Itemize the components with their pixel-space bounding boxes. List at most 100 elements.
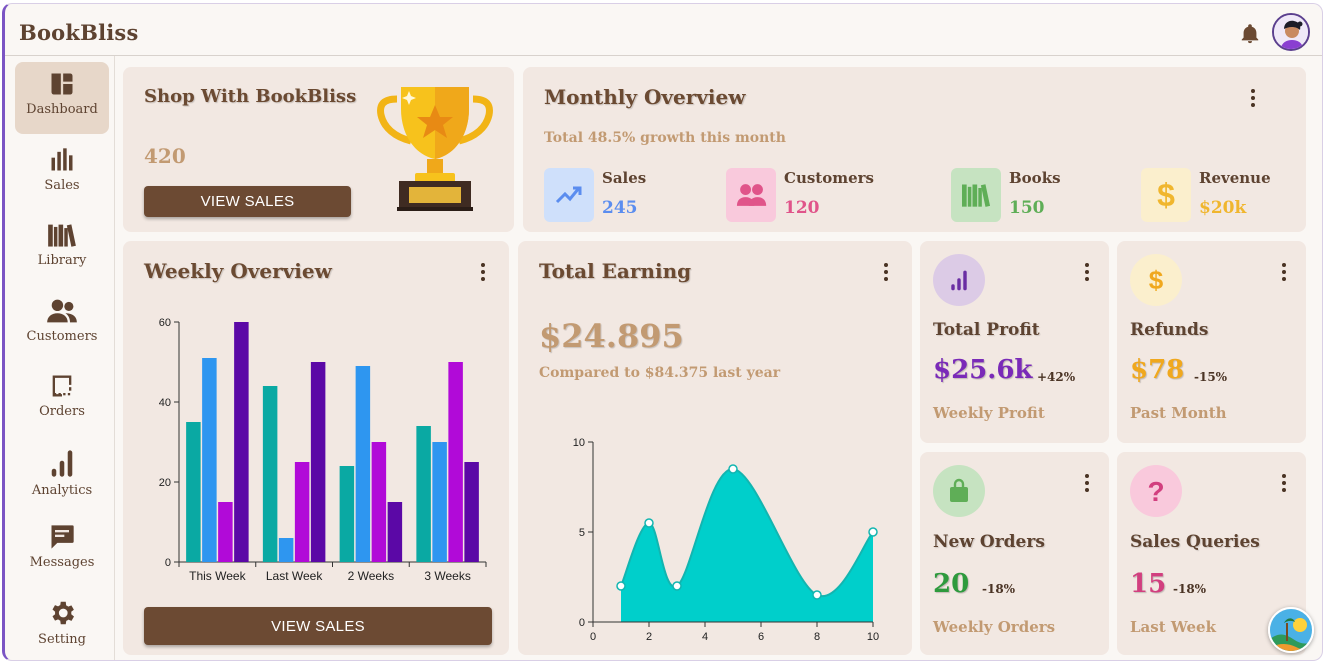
sidebar-item-setting[interactable]: Setting [15, 590, 109, 660]
weekly-overview-card: Weekly Overview 0 20 40 60 This Week Last Wee… [123, 241, 509, 655]
earning-area-chart: 0 5 10 0 2 4 6 8 10 [573, 437, 879, 643]
orders-value: 20 [933, 569, 970, 599]
trending-up-icon [544, 168, 594, 222]
dollar-icon: $ [1141, 168, 1191, 222]
queries-sub: Last Week [1130, 618, 1216, 636]
queries-title: Sales Queries [1130, 532, 1260, 552]
bar [464, 462, 479, 562]
refunds-sub: Past Month [1130, 404, 1227, 422]
bar [371, 442, 387, 562]
data-point [672, 581, 682, 591]
sidebar-item-label: Orders [39, 404, 85, 419]
data-point [728, 464, 738, 474]
y-tick-label: 0 [579, 617, 585, 629]
orders-icon [52, 375, 72, 397]
y-tick-label: 5 [579, 527, 585, 539]
people-icon [47, 299, 77, 323]
x-tick-label: 8 [814, 631, 820, 643]
bar [202, 358, 217, 562]
x-tick-label: 2 Weeks [348, 569, 394, 583]
more-options-icon[interactable] [883, 263, 889, 281]
trophy-icon [377, 87, 493, 211]
stat-label: Sales [602, 169, 647, 187]
sidebar-item-label: Setting [38, 632, 86, 647]
x-tick-label: Last Week [266, 569, 323, 583]
sidebar-item-dashboard[interactable]: Dashboard [15, 62, 109, 134]
stat-label: Revenue [1199, 169, 1271, 187]
x-tick-label: 4 [702, 631, 708, 643]
sidebar-item-sales[interactable]: Sales [15, 138, 109, 210]
sidebar-item-orders[interactable]: Orders [15, 364, 109, 436]
app-title: BookBliss [19, 20, 139, 45]
y-tick-label: 0 [165, 557, 171, 569]
monthly-title: Monthly Overview [544, 85, 746, 109]
sidebar-item-customers[interactable]: Customers [15, 289, 109, 361]
top-bar: BookBliss [5, 4, 1322, 56]
profit-sub: Weekly Profit [933, 404, 1045, 422]
stat-value: $20k [1199, 198, 1247, 218]
weekly-bar-chart: 0 20 40 60 This Week Last Week 2 Weeks 3 Weeks [159, 317, 487, 583]
assistant-launcher-icon[interactable] [1268, 607, 1314, 653]
total-profit-card: Total Profit $25.6k +42% Weekly Profit [920, 241, 1109, 443]
new-orders-card: New Orders 20 -18% Weekly Orders [920, 452, 1109, 655]
y-tick-label: 20 [159, 477, 171, 489]
sidebar-item-label: Sales [44, 178, 80, 193]
more-options-icon[interactable] [1281, 474, 1287, 492]
refunds-title: Refunds [1130, 320, 1209, 340]
bell-icon[interactable] [1239, 23, 1261, 45]
refunds-value: $78 [1130, 355, 1185, 385]
data-point [868, 527, 878, 537]
sidebar-item-label: Customers [26, 329, 98, 344]
view-sales-button-weekly[interactable]: VIEW SALES [144, 607, 492, 645]
more-options-icon[interactable] [1250, 89, 1256, 107]
more-options-icon[interactable] [1084, 474, 1090, 492]
sidebar-item-analytics[interactable]: Analytics [15, 439, 109, 511]
bar [416, 426, 431, 562]
profit-change: +42% [1037, 370, 1076, 384]
shop-value: 420 [144, 144, 186, 168]
message-icon [51, 525, 74, 549]
gear-icon [52, 601, 74, 625]
svg-text:$: $ [1149, 266, 1164, 294]
orders-title: New Orders [933, 532, 1045, 552]
x-tick-label: 6 [758, 631, 764, 643]
bar [355, 366, 371, 562]
analytics-icon [933, 254, 985, 306]
shop-title: Shop With BookBliss [144, 86, 357, 107]
stat-label: Books [1009, 169, 1061, 187]
monthly-overview-card: Monthly Overview Total 48.5% growth this… [523, 67, 1306, 232]
more-options-icon[interactable] [1281, 263, 1287, 281]
bar [186, 422, 201, 562]
profit-title: Total Profit [933, 320, 1040, 340]
people-icon [726, 168, 776, 222]
bar [262, 386, 278, 562]
stat-value: 245 [602, 198, 638, 218]
x-tick-label: This Week [189, 569, 246, 583]
shopping-bag-icon [933, 465, 985, 517]
bar [387, 502, 403, 562]
sidebar-item-library[interactable]: Library [15, 213, 109, 285]
more-options-icon[interactable] [480, 263, 486, 281]
x-tick-label: 0 [590, 631, 596, 643]
data-point [616, 581, 626, 591]
queries-value: 15 [1130, 569, 1167, 599]
sidebar-item-label: Library [37, 253, 87, 268]
y-tick-label: 60 [159, 317, 171, 329]
queries-change: -18% [1173, 582, 1207, 596]
svg-text:$: $ [1157, 178, 1175, 212]
x-tick-label: 2 [646, 631, 652, 643]
bar [278, 538, 294, 562]
y-tick-label: 10 [573, 437, 585, 449]
avatar[interactable] [1272, 13, 1310, 51]
stat-value: 120 [784, 198, 820, 218]
books-icon [951, 168, 1001, 222]
earning-compare: Compared to $84.375 last year [539, 365, 781, 381]
monthly-subtitle: Total 48.5% growth this month [544, 130, 786, 146]
bar [448, 362, 463, 562]
dollar-icon: $ [1130, 254, 1182, 306]
view-sales-button[interactable]: VIEW SALES [144, 186, 351, 217]
more-options-icon[interactable] [1084, 263, 1090, 281]
x-tick-label: 3 Weeks [424, 569, 470, 583]
orders-sub: Weekly Orders [933, 618, 1056, 636]
sidebar-item-messages[interactable]: Messages [15, 515, 109, 587]
